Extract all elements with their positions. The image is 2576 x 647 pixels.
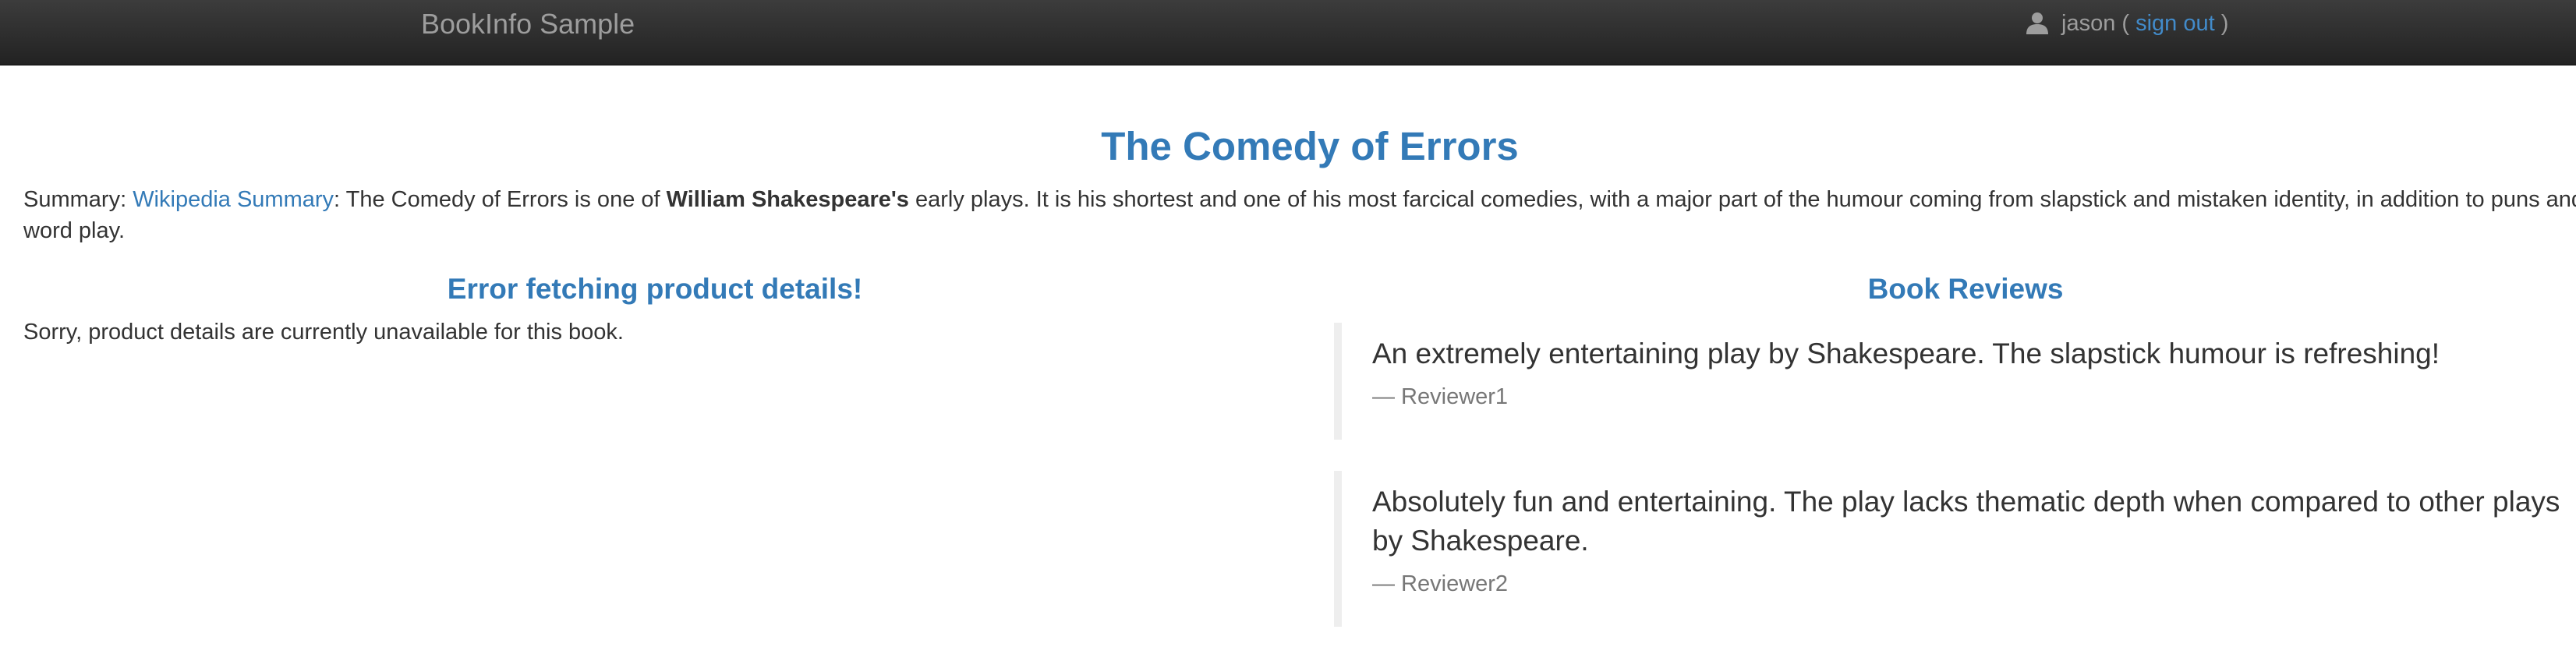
username: jason	[2061, 11, 2116, 36]
review-1: An extremely entertaining play by Shakes…	[1334, 323, 2576, 440]
review-author: — Reviewer1	[1372, 384, 1509, 409]
user-info: jason ( sign out )	[2026, 11, 2228, 37]
summary-prefix: Summary:	[23, 187, 133, 212]
sign-out-link[interactable]: sign out	[2135, 11, 2215, 36]
brand-link[interactable]: BookInfo Sample	[421, 8, 635, 41]
summary-text-start: : The Comedy of Errors is one of	[334, 187, 667, 212]
review-text: Absolutely fun and entertaining. The pla…	[1372, 486, 2560, 557]
top-navbar: BookInfo Sample jason ( sign out )	[0, 0, 2576, 65]
page-title: The Comedy of Errors	[1101, 124, 1519, 168]
review-text: An extremely entertaining play by Shakes…	[1372, 338, 2440, 369]
user-icon	[2026, 12, 2048, 34]
close-paren: )	[2214, 11, 2229, 36]
summary: Summary: Wikipedia Summary: The Comedy o…	[23, 184, 2576, 246]
product-details-column: Error fetching product details! Sorry, p…	[23, 273, 1286, 345]
product-details-error-message: Sorry, product details are currently una…	[23, 320, 624, 345]
book-reviews-column: Book Reviews An extremely entertaining p…	[1334, 273, 2576, 627]
summary-author: William Shakespeare's	[666, 187, 909, 212]
review-2: Absolutely fun and entertaining. The pla…	[1334, 471, 2576, 627]
wikipedia-summary-link[interactable]: Wikipedia Summary	[133, 187, 334, 212]
product-details-error-heading: Error fetching product details!	[447, 273, 863, 305]
open-paren: (	[2115, 11, 2136, 36]
review-author: — Reviewer2	[1372, 571, 1509, 596]
book-reviews-heading: Book Reviews	[1867, 273, 2064, 305]
